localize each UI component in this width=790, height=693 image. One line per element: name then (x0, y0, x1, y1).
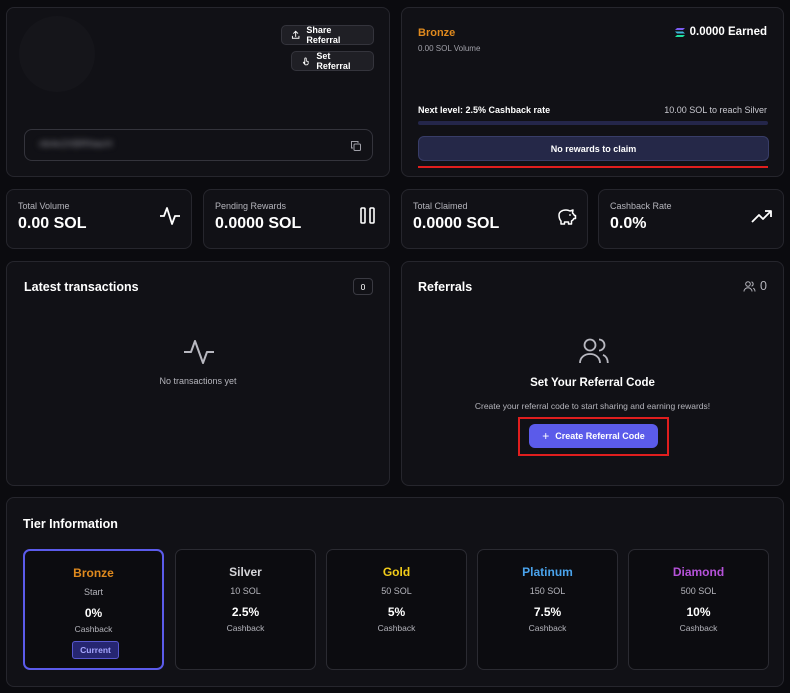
transactions-empty-text: No transactions yet (159, 376, 237, 386)
tier-card-cashback: Cashback (74, 624, 113, 634)
transactions-count-badge: 0 (353, 278, 373, 295)
earned-amount: 0.0000 Earned (689, 26, 767, 38)
tier-progress-card: Bronze 0.00 SOL Volume 0.0000 Earned Nex… (401, 7, 784, 177)
referrals-count: 0 (760, 279, 767, 293)
referrals-title: Referrals (418, 280, 473, 294)
activity-icon (160, 207, 180, 225)
referrals-count-display: 0 (743, 279, 767, 293)
referrals-panel: Referrals 0 Set Your Referral Code Creat… (401, 261, 784, 486)
stat-value: 0.0000 SOL (413, 215, 500, 232)
set-referral-button[interactable]: Set Referral (291, 51, 374, 71)
tier-card-cashback: Cashback (679, 623, 718, 633)
to-reach-text: 10.00 SOL to reach Silver (664, 105, 767, 115)
tier-card-volume: 50 SOL (381, 586, 412, 596)
tier-card-cashback: Cashback (528, 623, 567, 633)
stat-value: 0.00 SOL (18, 215, 87, 232)
piggy-bank-icon (558, 209, 577, 225)
tier-card-cashback: Cashback (377, 623, 416, 633)
stat-label: Total Claimed (413, 201, 468, 211)
stat-card-pending-rewards: Pending Rewards 0.0000 SOL (203, 189, 390, 249)
claim-rewards-button[interactable]: No rewards to claim (418, 136, 769, 161)
tier-card-platinum: Platinum 150 SOL 7.5% Cashback (477, 549, 618, 670)
activity-icon (184, 340, 214, 364)
tier-card-cashback: Cashback (226, 623, 265, 633)
copy-icon[interactable] (350, 140, 362, 152)
referrals-description: Create your referral code to start shari… (474, 401, 711, 411)
tier-card-rate: 2.5% (231, 605, 260, 619)
tier-name: Bronze (418, 27, 456, 39)
tier-card-name: Diamond (672, 565, 725, 579)
tier-card-volume: 500 SOL (680, 586, 717, 596)
share-referral-button[interactable]: Share Referral (281, 25, 374, 45)
tier-card-name: Silver (229, 565, 262, 579)
transactions-count: 0 (360, 281, 366, 292)
tier-volume: 0.00 SOL Volume (418, 44, 481, 53)
transactions-title: Latest transactions (24, 280, 139, 294)
tier-card-bronze: Bronze Start 0% Cashback Current (23, 549, 164, 670)
tier-card-rate: 0% (84, 606, 103, 620)
tier-card-volume: 10 SOL (230, 586, 261, 596)
tier-card-rate: 7.5% (533, 605, 562, 619)
trending-up-icon (751, 210, 772, 223)
share-referral-label: Share Referral (306, 25, 341, 45)
pause-icon (360, 207, 375, 224)
highlight-box (518, 417, 669, 456)
stat-label: Cashback Rate (610, 201, 672, 211)
users-icon (743, 280, 756, 292)
avatar (19, 16, 95, 92)
solana-icon (674, 27, 685, 37)
tier-card-rate: 5% (387, 605, 406, 619)
hand-pointer-icon (302, 57, 309, 66)
tier-card-silver: Silver 10 SOL 2.5% Cashback (175, 549, 316, 670)
tier-card-volume: Start (83, 587, 103, 597)
tier-card-name: Gold (382, 565, 411, 579)
stat-card-total-claimed: Total Claimed 0.0000 SOL (401, 189, 588, 249)
set-referral-label: Set Referral (316, 51, 351, 71)
tier-card-gold: Gold 50 SOL 5% Cashback (326, 549, 467, 670)
tier-card-name: Platinum (522, 565, 573, 579)
users-icon (579, 338, 609, 364)
referrals-heading: Set Your Referral Code (530, 377, 655, 389)
stat-value: 0.0000 SOL (215, 215, 302, 232)
share-icon (291, 30, 300, 39)
highlight-underline (418, 166, 768, 168)
claim-rewards-label: No rewards to claim (550, 143, 637, 154)
current-tier-badge: Current (72, 641, 119, 659)
stat-value: 0.0% (610, 215, 647, 232)
stat-label: Pending Rewards (215, 201, 287, 211)
earned-display: 0.0000 Earned (674, 26, 767, 38)
tier-card-diamond: Diamond 500 SOL 10% Cashback (628, 549, 769, 670)
stat-card-total-volume: Total Volume 0.00 SOL (6, 189, 192, 249)
wallet-address: nb4e2XBRNacH (39, 139, 113, 150)
tier-card-rate: 10% (686, 605, 711, 619)
tier-information-title: Tier Information (23, 517, 118, 531)
tier-card-volume: 150 SOL (529, 586, 566, 596)
profile-card: Share Referral Set Referral nb4e2XBRNacH (6, 7, 390, 177)
stat-label: Total Volume (18, 201, 70, 211)
tier-card-name: Bronze (73, 566, 114, 580)
stat-card-cashback-rate: Cashback Rate 0.0% (598, 189, 784, 249)
transactions-panel: Latest transactions 0 No transactions ye… (6, 261, 390, 486)
wallet-address-field[interactable]: nb4e2XBRNacH (24, 129, 373, 161)
tier-information-panel: Tier Information Bronze Start 0% Cashbac… (6, 497, 784, 687)
next-level-text: Next level: 2.5% Cashback rate (418, 105, 551, 115)
progress-bar (418, 121, 768, 125)
